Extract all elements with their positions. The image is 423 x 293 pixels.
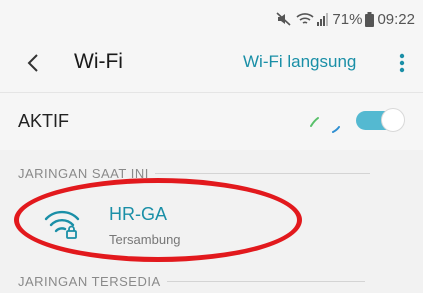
- status-icons: 71% 09:22: [275, 9, 415, 29]
- more-options-button[interactable]: [389, 48, 415, 78]
- wifi-signal-icon: [296, 11, 314, 27]
- header-line: [154, 173, 370, 174]
- battery-icon: [365, 11, 375, 27]
- loading-spinner-icon: [305, 108, 345, 136]
- back-button[interactable]: [18, 48, 48, 78]
- back-icon: [18, 54, 48, 82]
- available-networks-header: JARINGAN TERSEDIA: [18, 274, 365, 289]
- available-networks-header-label: JARINGAN TERSEDIA: [18, 274, 161, 289]
- battery-percent: 71%: [332, 10, 363, 28]
- app-bar: Wi-Fi Wi-Fi langsung: [0, 36, 423, 90]
- cell-signal-icon: [317, 12, 329, 26]
- divider: [0, 92, 423, 93]
- toggle-label: AKTIF: [18, 111, 70, 131]
- clock: 09:22: [377, 10, 415, 28]
- page-title: Wi-Fi: [74, 50, 123, 73]
- red-circle-annotation: [14, 178, 302, 262]
- more-vert-icon: [389, 53, 415, 82]
- mute-icon: [275, 11, 293, 27]
- wifi-toggle-switch[interactable]: [356, 108, 405, 132]
- wifi-direct-link[interactable]: Wi-Fi langsung: [243, 52, 356, 72]
- wifi-toggle-row[interactable]: AKTIF: [0, 98, 423, 144]
- header-line: [166, 281, 365, 282]
- status-bar: 71% 09:22: [0, 0, 423, 36]
- toggle-knob: [381, 108, 405, 132]
